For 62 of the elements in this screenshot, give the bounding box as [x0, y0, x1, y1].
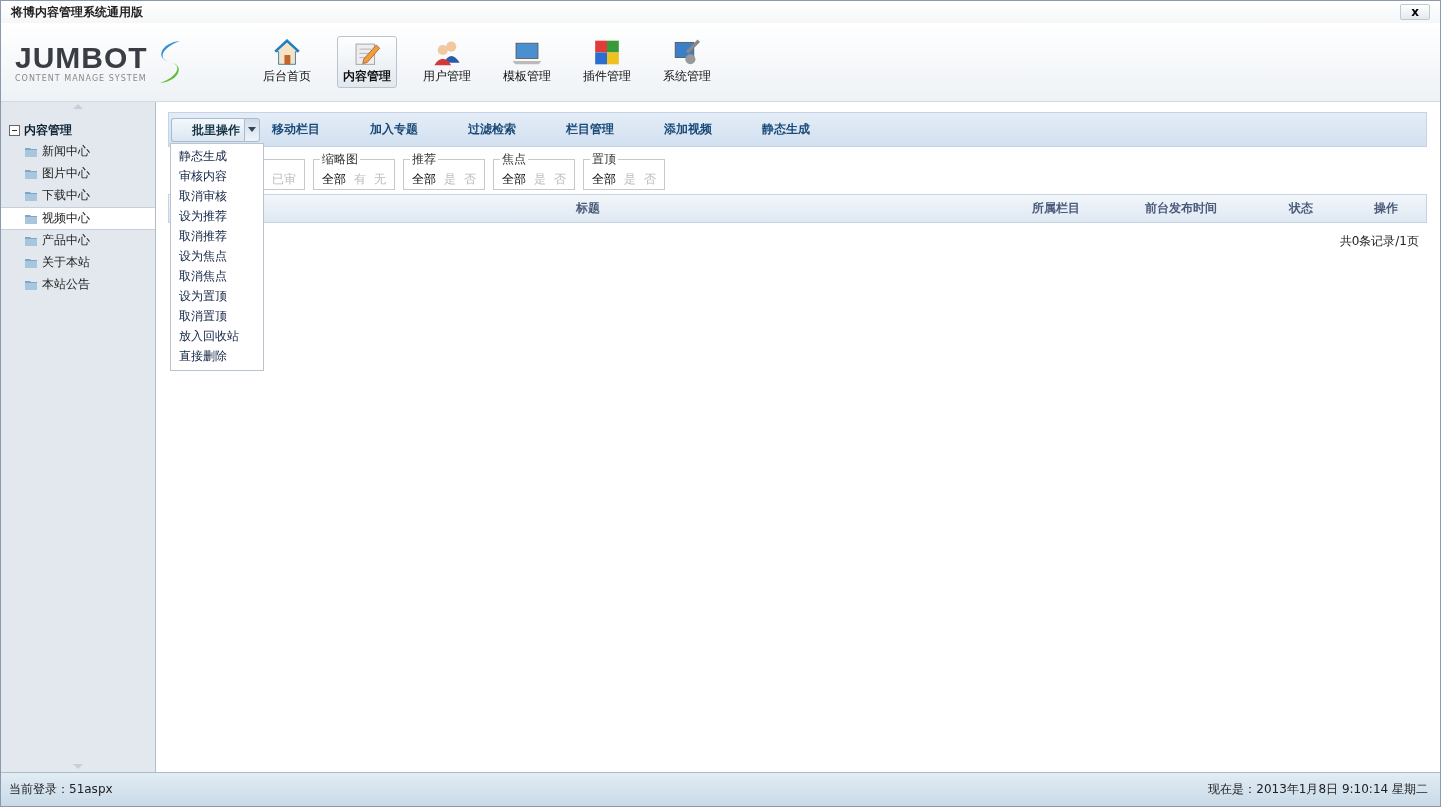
tree-item[interactable]: 下载中心: [1, 185, 155, 207]
logo-tagline: CONTENT MANAGE SYSTEM: [15, 73, 148, 83]
tree-item[interactable]: 视频中心: [1, 207, 155, 230]
menu-item[interactable]: 静态生成: [171, 145, 263, 166]
tree-item[interactable]: 关于本站: [1, 252, 155, 274]
column-header: 状态: [1289, 201, 1313, 215]
tree-item[interactable]: 本站公告: [1, 274, 155, 296]
menu-item[interactable]: 设为置顶: [171, 285, 263, 306]
menu-item[interactable]: 取消焦点: [171, 265, 263, 286]
toolbar-link[interactable]: 加入专题: [370, 121, 468, 138]
toolbar-link[interactable]: 移动栏目: [272, 121, 370, 138]
tree-item[interactable]: 产品中心: [1, 230, 155, 252]
toolbar-link[interactable]: 栏目管理: [566, 121, 664, 138]
folder-icon: [25, 213, 37, 224]
menu-item[interactable]: 取消置顶: [171, 305, 263, 326]
filter-legend: 缩略图: [320, 152, 360, 166]
filter-option[interactable]: 全部: [502, 172, 526, 186]
current-time: 现在是：2013年1月8日 9:10:14 星期二: [1208, 781, 1428, 798]
folder-icon: [25, 146, 37, 157]
tree-item[interactable]: 新闻中心: [1, 141, 155, 163]
dropdown-caret-button[interactable]: [244, 117, 260, 142]
pager-text: 共0条记录/1页: [1339, 233, 1419, 250]
toolbar-link[interactable]: 过滤检索: [468, 121, 566, 138]
folder-icon: [25, 168, 37, 179]
folder-icon: [25, 190, 37, 201]
nav-button[interactable]: 插件管理: [577, 36, 637, 88]
tree-root-label[interactable]: 内容管理: [24, 121, 72, 139]
menu-item[interactable]: 取消推荐: [171, 225, 263, 246]
login-status: 当前登录：51aspx: [9, 781, 113, 798]
menu-item[interactable]: 审核内容: [171, 165, 263, 186]
batch-operations-button[interactable]: 批里操作: [171, 117, 244, 142]
window-title: 将博内容管理系统通用版: [11, 3, 143, 21]
nav-button[interactable]: 模板管理: [497, 36, 557, 88]
filter-legend: 推荐: [410, 152, 438, 166]
filter-legend: 置顶: [590, 152, 618, 166]
nav-button[interactable]: 内容管理: [337, 36, 397, 88]
logo-text: JUMBOT: [15, 41, 148, 74]
column-header: 所属栏目: [1032, 201, 1080, 215]
folder-icon: [25, 235, 37, 246]
menu-item[interactable]: 放入回收站: [171, 325, 263, 346]
menu-item[interactable]: 取消审核: [171, 185, 263, 206]
column-header: 前台发布时间: [1145, 201, 1217, 215]
column-header: 操作: [1374, 201, 1398, 215]
close-button[interactable]: x: [1400, 4, 1430, 20]
folder-icon: [25, 257, 37, 268]
menu-item[interactable]: 设为焦点: [171, 245, 263, 266]
filter-option[interactable]: 全部: [412, 172, 436, 186]
nav-button[interactable]: 后台首页: [257, 36, 317, 88]
caret-icon: [248, 127, 256, 132]
folder-icon: [25, 279, 37, 290]
filter-option[interactable]: 全部: [592, 172, 616, 186]
nav-button[interactable]: 用户管理: [417, 36, 477, 88]
menu-item[interactable]: 直接删除: [171, 345, 263, 366]
menu-item[interactable]: 设为推荐: [171, 205, 263, 226]
filter-legend: 焦点: [500, 152, 528, 166]
nav-button[interactable]: 系统管理: [657, 36, 717, 88]
toolbar-link[interactable]: 添加视频: [664, 121, 762, 138]
collapse-toggle[interactable]: [9, 124, 20, 136]
filter-option[interactable]: 全部: [322, 172, 346, 186]
tree-item[interactable]: 图片中心: [1, 163, 155, 185]
toolbar-link[interactable]: 静态生成: [762, 121, 860, 138]
column-header: 标题: [575, 201, 600, 215]
